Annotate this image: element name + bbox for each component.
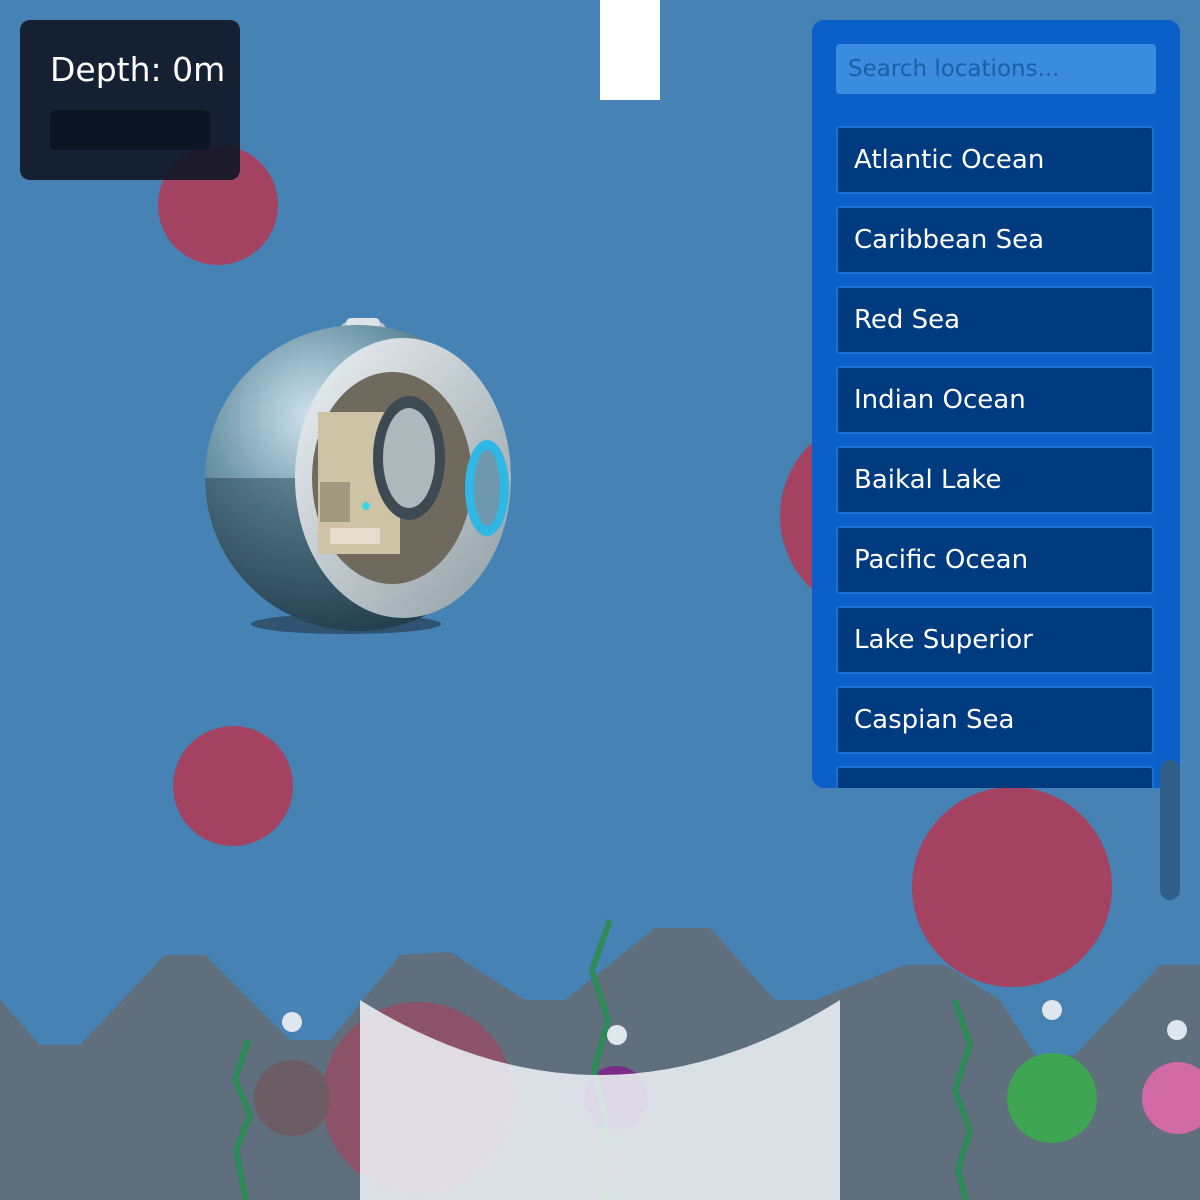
depth-readout: Depth: 0m bbox=[50, 50, 226, 89]
seafloor-orb bbox=[254, 1060, 330, 1136]
location-button-partial[interactable] bbox=[836, 766, 1154, 788]
bubble bbox=[607, 1025, 627, 1045]
surface-marker bbox=[600, 0, 660, 100]
bubble bbox=[1042, 1000, 1062, 1020]
hazard-orb bbox=[912, 787, 1112, 987]
location-button[interactable]: Caspian Sea bbox=[836, 686, 1154, 754]
depth-hud: Depth: 0m bbox=[20, 20, 240, 180]
location-button[interactable]: Lake Superior bbox=[836, 606, 1154, 674]
seafloor-orb bbox=[1007, 1053, 1097, 1143]
location-button[interactable]: Atlantic Ocean bbox=[836, 126, 1154, 194]
hazard-orb bbox=[173, 726, 293, 846]
bubble bbox=[1167, 1020, 1187, 1040]
location-search-input[interactable] bbox=[836, 44, 1156, 94]
panel-scrollbar[interactable] bbox=[1160, 760, 1180, 900]
location-button[interactable]: Indian Ocean bbox=[836, 366, 1154, 434]
bubble bbox=[282, 1012, 302, 1032]
submersible-pod-icon bbox=[205, 318, 511, 634]
location-button[interactable]: Pacific Ocean bbox=[836, 526, 1154, 594]
depth-progress-bar bbox=[50, 110, 210, 150]
location-button[interactable]: Caribbean Sea bbox=[836, 206, 1154, 274]
location-panel: Atlantic Ocean Caribbean Sea Red Sea Ind… bbox=[812, 20, 1180, 788]
location-list[interactable]: Atlantic Ocean Caribbean Sea Red Sea Ind… bbox=[836, 126, 1156, 788]
location-button[interactable]: Baikal Lake bbox=[836, 446, 1154, 514]
location-button[interactable]: Red Sea bbox=[836, 286, 1154, 354]
